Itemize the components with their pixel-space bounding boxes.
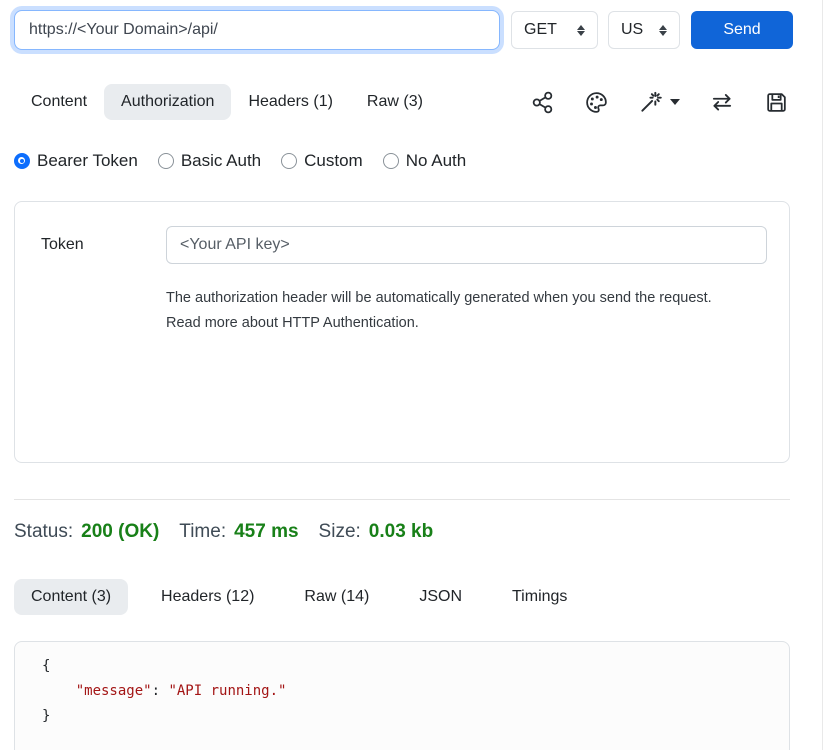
dropdown-caret-icon xyxy=(670,99,680,105)
code-key: "message" xyxy=(76,683,152,699)
tab-authorization[interactable]: Authorization xyxy=(104,84,231,120)
response-json-code: { "message": "API running." } xyxy=(15,642,789,745)
code-separator: : xyxy=(152,683,169,699)
tab-response-json[interactable]: JSON xyxy=(402,579,479,615)
radio-icon xyxy=(158,153,174,169)
auth-type-options: Bearer Token Basic Auth Custom No Auth xyxy=(14,151,837,171)
token-row: Token xyxy=(15,202,789,264)
method-select-value: GET xyxy=(524,21,557,39)
time-value: 457 ms xyxy=(234,521,298,543)
region-select-value: US xyxy=(621,21,643,39)
radio-basic-auth[interactable]: Basic Auth xyxy=(158,151,261,171)
select-arrows-icon xyxy=(659,25,667,36)
status-label: Status: xyxy=(14,521,73,543)
api-client-page: GET US Send Content Authorization Header… xyxy=(0,0,837,750)
region-select[interactable]: US xyxy=(608,11,680,49)
token-label: Token xyxy=(41,236,166,254)
radio-icon xyxy=(383,153,399,169)
toolbar-icons xyxy=(530,89,789,115)
response-status-row: Status: 200 (OK) Time: 457 ms Size: 0.03… xyxy=(14,521,837,543)
tab-response-timings[interactable]: Timings xyxy=(495,579,584,615)
radio-label: Custom xyxy=(304,151,363,171)
send-button[interactable]: Send xyxy=(691,11,793,49)
section-divider xyxy=(14,499,790,500)
content-column-border xyxy=(822,0,823,750)
code-brace-close: } xyxy=(42,708,50,724)
request-bar: GET US Send xyxy=(14,10,837,50)
code-brace-open: { xyxy=(42,658,50,674)
time-label: Time: xyxy=(179,521,226,543)
radio-label: Bearer Token xyxy=(37,151,138,171)
status-value: 200 (OK) xyxy=(81,521,159,543)
tab-response-raw[interactable]: Raw (14) xyxy=(287,579,386,615)
tab-response-content[interactable]: Content (3) xyxy=(14,579,128,615)
time-group: Time: 457 ms xyxy=(179,521,298,543)
size-value: 0.03 kb xyxy=(369,521,433,543)
radio-custom[interactable]: Custom xyxy=(281,151,363,171)
radio-label: Basic Auth xyxy=(181,151,261,171)
response-body-panel: { "message": "API running." } xyxy=(14,641,790,750)
select-arrows-icon xyxy=(577,25,585,36)
tab-headers[interactable]: Headers (1) xyxy=(231,84,349,120)
code-indent xyxy=(42,683,76,699)
method-select[interactable]: GET xyxy=(511,11,598,49)
radio-icon xyxy=(281,153,297,169)
request-tabs-row: Content Authorization Headers (1) Raw (3… xyxy=(14,84,837,120)
tab-response-headers[interactable]: Headers (12) xyxy=(144,579,271,615)
url-input[interactable] xyxy=(14,10,500,50)
radio-no-auth[interactable]: No Auth xyxy=(383,151,467,171)
radio-label: No Auth xyxy=(406,151,467,171)
token-input[interactable] xyxy=(166,226,767,264)
radio-selected-icon xyxy=(14,153,30,169)
tab-raw[interactable]: Raw (3) xyxy=(350,84,440,120)
tab-content[interactable]: Content xyxy=(14,84,104,120)
token-panel: Token The authorization header will be a… xyxy=(14,201,790,463)
radio-bearer-token[interactable]: Bearer Token xyxy=(14,151,138,171)
palette-icon[interactable] xyxy=(584,90,609,115)
share-icon[interactable] xyxy=(530,90,555,115)
magic-wand-icon[interactable] xyxy=(638,89,680,115)
swap-arrows-icon[interactable] xyxy=(709,89,735,115)
response-tabs-row: Content (3) Headers (12) Raw (14) JSON T… xyxy=(14,579,837,615)
code-value: "API running." xyxy=(168,683,286,699)
size-label: Size: xyxy=(319,521,361,543)
size-group: Size: 0.03 kb xyxy=(319,521,434,543)
save-icon[interactable] xyxy=(764,90,789,115)
token-help-text: The authorization header will be automat… xyxy=(166,286,729,336)
status-group: Status: 200 (OK) xyxy=(14,521,159,543)
